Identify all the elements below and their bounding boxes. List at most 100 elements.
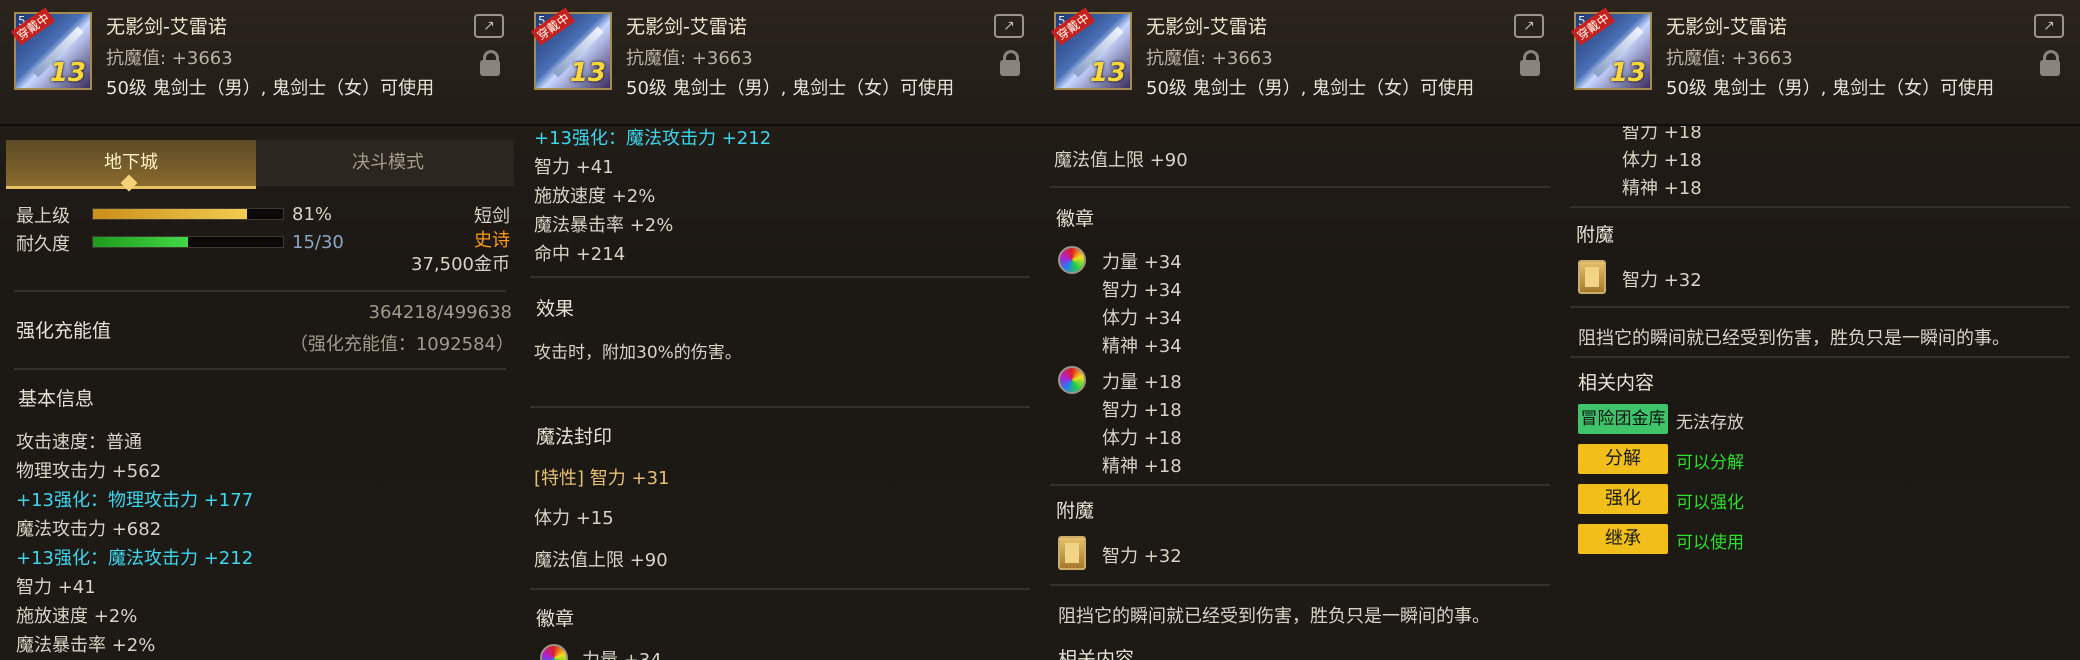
emblem-stat: 力量 +34 — [582, 646, 662, 660]
disassemble-badge: 分解 — [1578, 444, 1668, 474]
grade-label: 最上级 — [16, 206, 70, 227]
divider — [1570, 356, 2070, 358]
divider — [1050, 186, 1550, 188]
durability-bar-fill — [93, 237, 188, 247]
emblem-stat: 智力 +18 — [1102, 400, 1182, 421]
reinforce-level: 13 — [569, 58, 606, 88]
storage-badge: 冒险团金库 — [1578, 404, 1668, 434]
stat-hit: 命中 +214 — [534, 244, 626, 265]
tab-dungeon[interactable]: 地下城 — [6, 140, 256, 192]
stat-phys-atk: 物理攻击力 +562 — [16, 461, 162, 482]
stat-attack-speed: 攻击速度：普通 — [16, 432, 142, 453]
stat-int: 智力 +41 — [16, 577, 96, 598]
grade-bar-fill — [93, 209, 247, 219]
item-icon: 5 穿戴中 13 — [10, 7, 92, 90]
item-name: 无影剑-艾雷诺 — [1666, 16, 1787, 38]
item-icon: 5 穿戴中 13 — [530, 7, 612, 90]
divider — [530, 588, 1030, 590]
usable-classes: 50级 鬼剑士（男）, 鬼剑士（女）可使用 — [1666, 78, 1995, 99]
mode-tabs: 地下城 决斗模式 — [6, 140, 514, 192]
item-name: 无影剑-艾雷诺 — [626, 16, 747, 38]
enchant-stat: 智力 +32 — [1622, 270, 1702, 291]
magic-resist: 抗魔值: +3663 — [1666, 48, 1793, 69]
grade-bar — [92, 208, 284, 220]
stat-int: 智力 +41 — [534, 157, 614, 178]
related-title: 相关内容 — [1058, 648, 1135, 660]
enchant-stat: 智力 +32 — [1102, 546, 1182, 567]
emblem-gem-icon — [1058, 246, 1086, 274]
magic-resist: 抗魔值: +3663 — [1146, 48, 1273, 69]
tab-duel-label: 决斗模式 — [352, 152, 424, 173]
stat-cast-speed: 施放速度 +2% — [16, 606, 138, 627]
reinforce-level: 13 — [49, 58, 86, 88]
divider — [14, 368, 506, 370]
tab-duel[interactable]: 决斗模式 — [262, 140, 514, 186]
item-icon: 5 穿戴中 13 — [1050, 7, 1132, 90]
emblem-stat: 体力 +18 — [1102, 428, 1182, 449]
divider — [1570, 206, 2070, 208]
stat-mag-crit: 魔法暴击率 +2% — [534, 215, 674, 236]
reinforce-detail: （强化充能值：1092584） — [289, 334, 514, 355]
reinforce-label: 强化充能值 — [16, 320, 112, 342]
share-icon[interactable]: ↗ — [1514, 14, 1544, 38]
share-icon[interactable]: ↗ — [2034, 14, 2064, 38]
stat-mag-bonus: +13强化：魔法攻击力 +212 — [16, 548, 254, 569]
magic-resist: 抗魔值: +3663 — [626, 48, 753, 69]
divider — [530, 276, 1030, 278]
usable-classes: 50级 鬼剑士（男）, 鬼剑士（女）可使用 — [106, 78, 435, 99]
divider — [14, 290, 506, 292]
inherit-badge: 继承 — [1578, 524, 1668, 554]
grade-value: 81% — [292, 204, 333, 225]
stat-mag-crit: 魔法暴击率 +2% — [16, 635, 156, 656]
inherit-value: 可以使用 — [1676, 533, 1744, 553]
tooltip-panel-2: 5 穿戴中 13 无影剑-艾雷诺 抗魔值: +3663 50级 鬼剑士（男）, … — [520, 0, 1042, 660]
seal-mp: 魔法值上限 +90 — [1054, 150, 1188, 171]
stat-cast-speed: 施放速度 +2% — [534, 186, 656, 207]
item-type: 短剑 — [474, 206, 510, 227]
lock-icon[interactable] — [2040, 50, 2060, 76]
magic-resist: 抗魔值: +3663 — [106, 48, 233, 69]
enhance-badge: 强化 — [1578, 484, 1668, 514]
reinforce-level: 13 — [1089, 58, 1126, 88]
share-icon[interactable]: ↗ — [994, 14, 1024, 38]
tooltip-panel-1: 5 穿戴中 13 无影剑-艾雷诺 抗魔值: +3663 50级 鬼剑士（男）, … — [0, 0, 522, 660]
lock-icon[interactable] — [1000, 50, 1020, 76]
lock-icon[interactable] — [480, 50, 500, 76]
tooltip-header: 5 穿戴中 13 无影剑-艾雷诺 抗魔值: +3663 50级 鬼剑士（男）, … — [1560, 0, 2080, 126]
divider — [1050, 484, 1550, 486]
usable-classes: 50级 鬼剑士（男）, 鬼剑士（女）可使用 — [626, 78, 955, 99]
basic-info-title: 基本信息 — [18, 388, 95, 410]
seal-title: 魔法封印 — [536, 426, 613, 448]
emblem-stat: 智力 +34 — [1102, 280, 1182, 301]
enchant-title: 附魔 — [1576, 224, 1615, 246]
tooltip-panel-3: 5 穿戴中 13 无影剑-艾雷诺 抗魔值: +3663 50级 鬼剑士（男）, … — [1040, 0, 1562, 660]
emblem-stat: 力量 +18 — [1102, 372, 1182, 393]
reinforce-level: 13 — [1609, 58, 1646, 88]
emblem-gem-icon — [540, 644, 568, 660]
item-icon: 5 穿戴中 13 — [1570, 7, 1652, 90]
enchant-card-icon — [1578, 260, 1606, 294]
emblem-gem-icon — [1058, 366, 1086, 394]
divider — [1570, 306, 2070, 308]
divider — [1050, 584, 1550, 586]
flavor-text: 阻挡它的瞬间就已经受到伤害，胜负只是一瞬间的事。 — [1578, 328, 2010, 349]
emblem-stat: 精神 +18 — [1622, 178, 1702, 199]
emblem-stat: 精神 +18 — [1102, 456, 1182, 477]
share-icon[interactable]: ↗ — [474, 14, 504, 38]
tooltip-header: 5 穿戴中 13 无影剑-艾雷诺 抗魔值: +3663 50级 鬼剑士（男）, … — [520, 0, 1040, 126]
tooltip-panel-4: 5 穿戴中 13 无影剑-艾雷诺 抗魔值: +3663 50级 鬼剑士（男）, … — [1560, 0, 2080, 660]
effect-text: 攻击时，附加30%的伤害。 — [534, 343, 742, 363]
emblem-stat: 体力 +18 — [1622, 150, 1702, 171]
durability-label: 耐久度 — [16, 234, 70, 255]
related-title: 相关内容 — [1578, 372, 1655, 394]
reinforce-value: 364218/499638 — [368, 302, 513, 323]
emblem-stat: 精神 +34 — [1102, 336, 1182, 357]
seal-trait: [特性] 智力 +31 — [534, 468, 670, 489]
usable-classes: 50级 鬼剑士（男）, 鬼剑士（女）可使用 — [1146, 78, 1475, 99]
enchant-title: 附魔 — [1056, 500, 1095, 522]
enchant-card-icon — [1058, 536, 1086, 570]
seal-mp: 魔法值上限 +90 — [534, 550, 668, 571]
emblem-title: 徽章 — [536, 608, 575, 630]
disassemble-value: 可以分解 — [1676, 453, 1744, 473]
lock-icon[interactable] — [1520, 50, 1540, 76]
